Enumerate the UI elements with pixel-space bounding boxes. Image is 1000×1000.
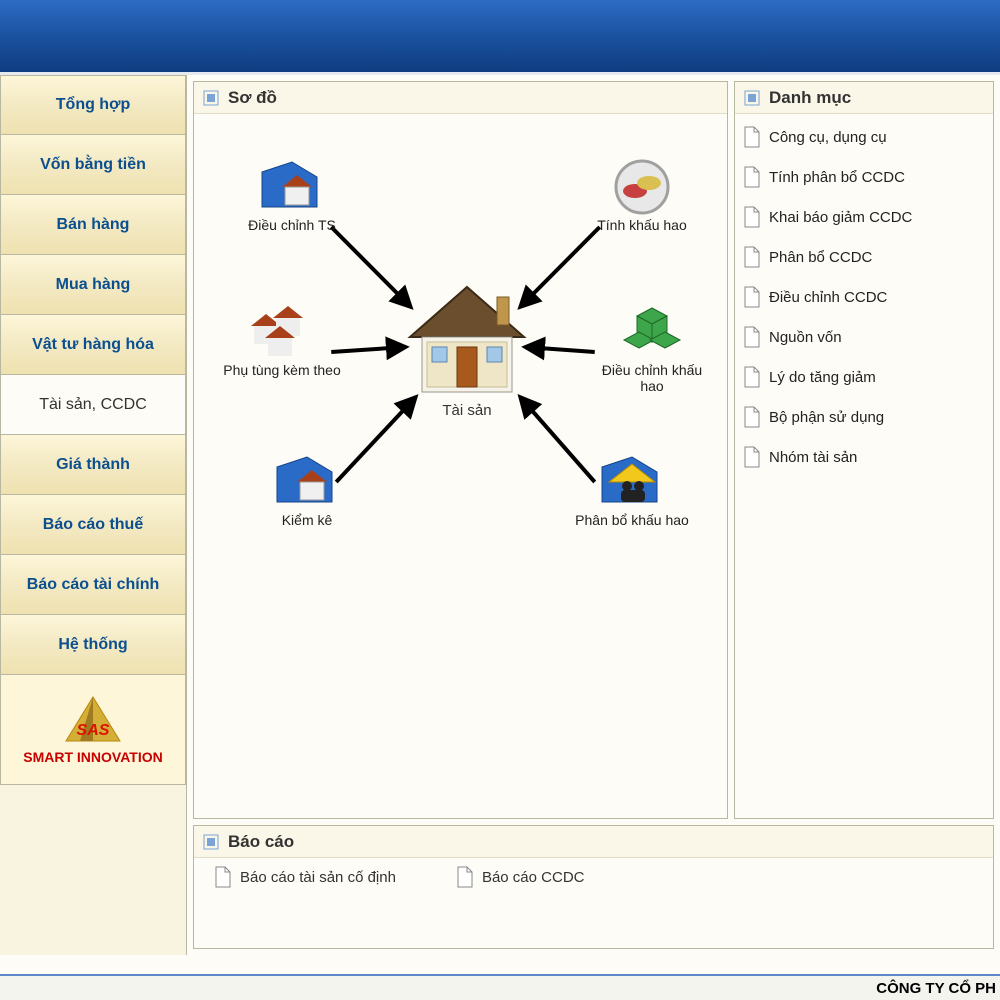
diagram-node-label: Tài sản xyxy=(402,402,532,419)
cubes-icon xyxy=(617,302,687,362)
file-icon xyxy=(743,126,761,148)
sidebar-item-baocaothue[interactable]: Báo cáo thuế xyxy=(0,495,186,555)
diagram-node-label: Phụ tùng kèm theo xyxy=(223,362,341,378)
sidebar-item-muahang[interactable]: Mua hàng xyxy=(0,255,186,315)
panel-catalog: Danh mục Công cụ, dụng cụ Tính phân bổ C… xyxy=(734,81,994,819)
diagram-node-dieuchinh-ts[interactable]: Điều chỉnh TS xyxy=(232,157,352,233)
catalog-item[interactable]: Nguồn vốn xyxy=(741,322,987,352)
folder-house-icon xyxy=(272,452,342,512)
diagram-node-label: Phân bổ khấu hao xyxy=(575,512,689,528)
diagram-title: Sơ đồ xyxy=(228,88,277,108)
catalog-panel-icon xyxy=(743,89,761,107)
reports-title: Báo cáo xyxy=(228,832,294,852)
diagram-node-kiemke[interactable]: Kiểm kê xyxy=(247,452,367,528)
catalog-item[interactable]: Khai báo giảm CCDC xyxy=(741,202,987,232)
report-item[interactable]: Báo cáo tài sản cố định xyxy=(214,866,396,888)
app-header xyxy=(0,0,1000,75)
coins-icon xyxy=(607,157,677,217)
catalog-item-label: Tính phân bổ CCDC xyxy=(769,169,905,186)
diagram-node-phanbo-khauhao[interactable]: Phân bổ khấu hao xyxy=(572,452,692,528)
catalog-item[interactable]: Điều chỉnh CCDC xyxy=(741,282,987,312)
file-icon xyxy=(743,286,761,308)
footer-company: CÔNG TY CỔ PH xyxy=(0,974,1000,1000)
sidebar-item-taisan-ccdc[interactable]: Tài sản, CCDC xyxy=(0,375,186,435)
catalog-item-label: Phân bổ CCDC xyxy=(769,249,872,266)
catalog-item-label: Điều chỉnh CCDC xyxy=(769,289,887,306)
diagram-panel-icon xyxy=(202,89,220,107)
houses-icon xyxy=(247,302,317,362)
catalog-item[interactable]: Phân bổ CCDC xyxy=(741,242,987,272)
panel-reports: Báo cáo Báo cáo tài sản cố định Báo cáo … xyxy=(193,825,994,949)
catalog-item[interactable]: Bộ phận sử dụng xyxy=(741,402,987,432)
catalog-item[interactable]: Tính phân bổ CCDC xyxy=(741,162,987,192)
folder-house-icon xyxy=(257,157,327,217)
sidebar-item-vattu[interactable]: Vật tư hàng hóa xyxy=(0,315,186,375)
catalog-list: Công cụ, dụng cụ Tính phân bổ CCDC Khai … xyxy=(735,114,993,480)
file-icon xyxy=(743,326,761,348)
catalog-item-label: Nhóm tài sản xyxy=(769,449,857,466)
reports-panel-icon xyxy=(202,833,220,851)
report-item-label: Báo cáo tài sản cố định xyxy=(240,869,396,886)
sidebar-logo: SAS SMART INNOVATION xyxy=(0,675,186,785)
diagram-area: Tài sản Điều chỉnh TS xyxy=(202,122,719,602)
diagram-node-label: Tính khấu hao xyxy=(597,217,687,233)
report-item-label: Báo cáo CCDC xyxy=(482,869,585,886)
catalog-item-label: Nguồn vốn xyxy=(769,329,842,346)
sas-logo-icon: SAS xyxy=(58,695,128,745)
file-icon xyxy=(743,446,761,468)
diagram-node-taisan[interactable]: Tài sản xyxy=(402,282,532,419)
file-icon xyxy=(214,866,232,888)
diagram-node-label: Điều chỉnh khấu hao xyxy=(592,362,712,394)
catalog-item[interactable]: Lý do tăng giảm xyxy=(741,362,987,392)
folder-people-icon xyxy=(597,452,667,512)
logo-text: SMART INNOVATION xyxy=(23,749,162,765)
diagram-node-label: Kiểm kê xyxy=(282,512,333,528)
file-icon xyxy=(743,406,761,428)
catalog-item[interactable]: Công cụ, dụng cụ xyxy=(741,122,987,152)
sidebar-item-vonbangtien[interactable]: Vốn bằng tiền xyxy=(0,135,186,195)
sidebar-item-banhang[interactable]: Bán hàng xyxy=(0,195,186,255)
catalog-item-label: Bộ phận sử dụng xyxy=(769,409,884,426)
panel-diagram: Sơ đồ xyxy=(193,81,728,819)
diagram-node-label: Điều chỉnh TS xyxy=(248,217,336,233)
footer-company-text: CÔNG TY CỔ PH xyxy=(876,980,996,997)
catalog-item[interactable]: Nhóm tài sản xyxy=(741,442,987,472)
report-item[interactable]: Báo cáo CCDC xyxy=(456,866,585,888)
file-icon xyxy=(456,866,474,888)
file-icon xyxy=(743,366,761,388)
catalog-item-label: Khai báo giảm CCDC xyxy=(769,209,912,226)
diagram-node-tinhkhauhao[interactable]: Tính khấu hao xyxy=(582,157,702,233)
file-icon xyxy=(743,166,761,188)
diagram-node-dieuchinh-khauhao[interactable]: Điều chỉnh khấu hao xyxy=(592,302,712,394)
sidebar-item-giathanh[interactable]: Giá thành xyxy=(0,435,186,495)
svg-text:SAS: SAS xyxy=(77,722,110,739)
house-icon xyxy=(402,282,532,402)
catalog-item-label: Lý do tăng giảm xyxy=(769,369,876,386)
catalog-item-label: Công cụ, dụng cụ xyxy=(769,129,887,146)
file-icon xyxy=(743,246,761,268)
sidebar: Tổng hợp Vốn bằng tiền Bán hàng Mua hàng… xyxy=(0,75,187,955)
file-icon xyxy=(743,206,761,228)
sidebar-item-hethong[interactable]: Hệ thống xyxy=(0,615,186,675)
catalog-title: Danh mục xyxy=(769,88,851,108)
sidebar-item-baocaotaichinh[interactable]: Báo cáo tài chính xyxy=(0,555,186,615)
sidebar-item-tonghop[interactable]: Tổng hợp xyxy=(0,75,186,135)
diagram-node-phutung[interactable]: Phụ tùng kèm theo xyxy=(222,302,342,378)
